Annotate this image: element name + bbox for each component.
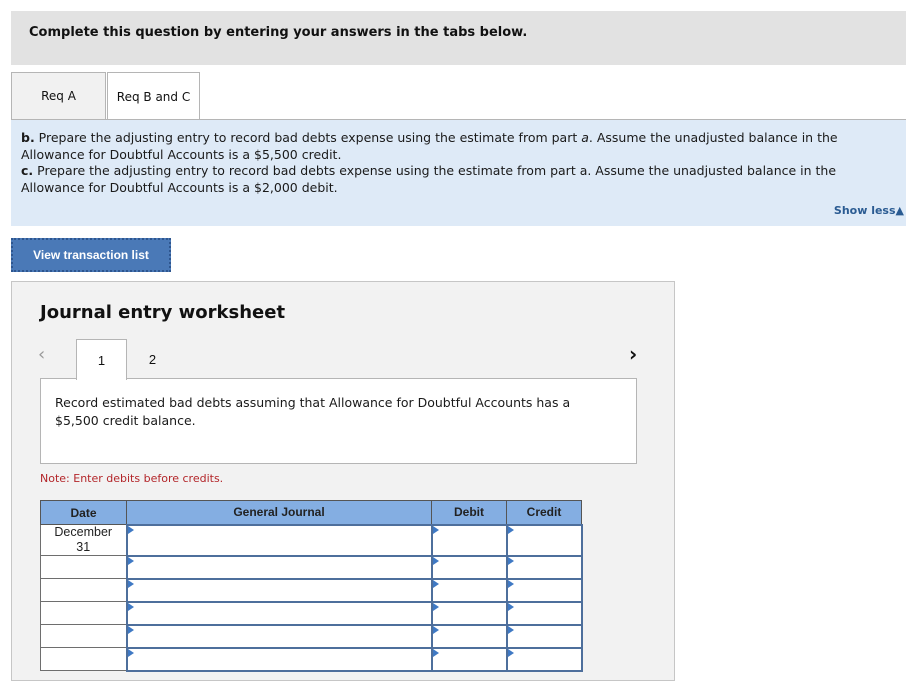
instructions-title: Complete this question by entering your …	[29, 25, 528, 40]
req-b-text: Prepare the adjusting entry to record ba…	[34, 130, 582, 145]
triangle-up-icon: ▲	[895, 204, 904, 217]
date-month: December	[54, 525, 113, 539]
input-indicator-icon	[432, 556, 439, 565]
debit-credit-note: Note: Enter debits before credits.	[40, 472, 224, 485]
input-indicator-icon	[432, 525, 439, 534]
dropdown-indicator-icon	[127, 625, 134, 634]
dropdown-indicator-icon	[127, 579, 134, 588]
account-select[interactable]	[125, 600, 433, 626]
input-indicator-icon	[432, 648, 439, 657]
credit-input[interactable]	[505, 600, 583, 626]
tab-req-a[interactable]: Req A	[11, 72, 106, 120]
debit-input[interactable]	[430, 623, 508, 649]
general-journal-table: Date General Journal Debit Credit Decemb…	[40, 500, 583, 672]
header-credit: Credit	[506, 500, 582, 525]
credit-input[interactable]	[505, 623, 583, 649]
show-less-label: Show less	[833, 204, 896, 217]
chevron-left-icon[interactable]: ‹	[38, 344, 45, 365]
date-cell	[40, 647, 127, 671]
requirement-panel: b. Prepare the adjusting entry to record…	[11, 120, 906, 226]
input-indicator-icon	[507, 525, 514, 534]
credit-input[interactable]	[505, 523, 583, 557]
input-indicator-icon	[432, 579, 439, 588]
worksheet-title: Journal entry worksheet	[40, 302, 286, 323]
date-cell	[40, 555, 127, 579]
entry-description-box: Record estimated bad debts assuming that…	[40, 378, 637, 464]
account-select[interactable]	[125, 646, 433, 672]
chevron-right-icon[interactable]: ›	[629, 342, 637, 366]
debit-input[interactable]	[430, 646, 508, 672]
req-b-label: b.	[21, 130, 35, 145]
header-debit: Debit	[431, 500, 507, 525]
date-cell	[40, 578, 127, 602]
table-row	[40, 646, 583, 672]
input-indicator-icon	[432, 602, 439, 611]
dropdown-indicator-icon	[127, 525, 134, 534]
credit-input[interactable]	[505, 646, 583, 672]
input-indicator-icon	[432, 625, 439, 634]
input-indicator-icon	[507, 556, 514, 565]
credit-input[interactable]	[505, 577, 583, 603]
date-cell	[40, 624, 127, 648]
date-day: 31	[76, 540, 91, 554]
account-select[interactable]	[125, 577, 433, 603]
debit-input[interactable]	[430, 600, 508, 626]
req-b-part-ref: a	[581, 130, 589, 145]
instructions-header: Complete this question by entering your …	[11, 11, 906, 65]
table-row	[40, 600, 583, 626]
table-row: December 31	[40, 523, 583, 557]
entry-tab-1[interactable]: 1	[76, 339, 127, 380]
input-indicator-icon	[507, 579, 514, 588]
date-cell: December 31	[40, 524, 127, 556]
view-transaction-list-button[interactable]: View transaction list	[11, 238, 171, 272]
table-row	[40, 577, 583, 603]
header-general-journal: General Journal	[126, 500, 432, 525]
show-less-link[interactable]: Show less▲	[834, 204, 904, 217]
input-indicator-icon	[507, 602, 514, 611]
table-header-row: Date General Journal Debit Credit	[40, 500, 582, 525]
account-select[interactable]	[125, 523, 433, 557]
dropdown-indicator-icon	[127, 648, 134, 657]
debit-input[interactable]	[430, 523, 508, 557]
entry-tab-2[interactable]: 2	[127, 339, 178, 379]
date-cell	[40, 601, 127, 625]
header-date: Date	[40, 500, 127, 525]
input-indicator-icon	[507, 625, 514, 634]
account-select[interactable]	[125, 554, 433, 580]
req-c-text: Prepare the adjusting entry to record ba…	[21, 163, 837, 195]
credit-input[interactable]	[505, 554, 583, 580]
entry-description: Record estimated bad debts assuming that…	[55, 395, 571, 428]
debit-input[interactable]	[430, 577, 508, 603]
requirement-text: b. Prepare the adjusting entry to record…	[21, 130, 891, 196]
debit-input[interactable]	[430, 554, 508, 580]
input-indicator-icon	[507, 648, 514, 657]
dropdown-indicator-icon	[127, 556, 134, 565]
req-c-label: c.	[21, 163, 34, 178]
account-select[interactable]	[125, 623, 433, 649]
table-row	[40, 554, 583, 580]
tab-req-b-and-c[interactable]: Req B and C	[107, 72, 200, 121]
dropdown-indicator-icon	[127, 602, 134, 611]
journal-entry-worksheet: Journal entry worksheet ‹ 1 2 › Record e…	[11, 281, 675, 681]
table-row	[40, 623, 583, 649]
